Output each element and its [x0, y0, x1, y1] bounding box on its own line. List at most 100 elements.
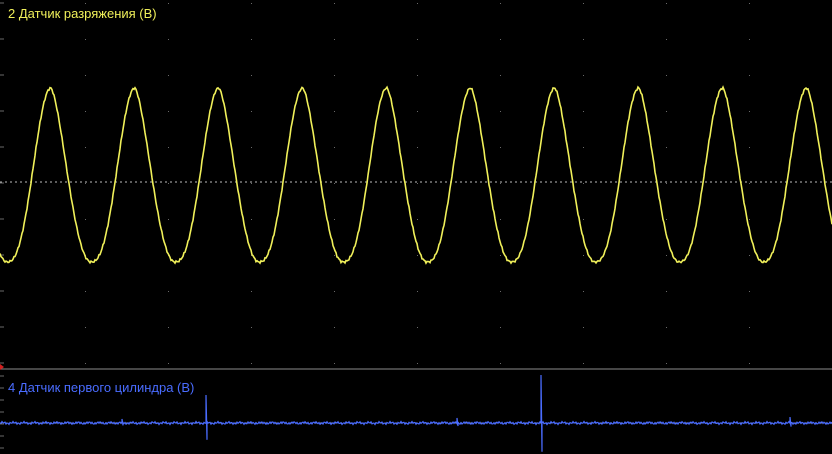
grid-dot [334, 39, 335, 40]
grid-dot [749, 39, 750, 40]
grid-dot [666, 183, 667, 184]
grid-dot [583, 147, 584, 148]
grid-dot [417, 75, 418, 76]
grid-dot [85, 147, 86, 148]
grid-dot [500, 147, 501, 148]
grid-dot [251, 39, 252, 40]
grid-dot [417, 255, 418, 256]
grid-dot [666, 111, 667, 112]
grid-dot [749, 75, 750, 76]
grid-dot [417, 3, 418, 4]
grid-dot [334, 3, 335, 4]
grid-dot [251, 147, 252, 148]
grid-dot [666, 219, 667, 220]
grid-dot [168, 327, 169, 328]
grid-dot [749, 147, 750, 148]
grid-dot [251, 219, 252, 220]
grid-dot [417, 147, 418, 148]
grid-dot [500, 3, 501, 4]
grid-dot [583, 111, 584, 112]
grid-dot [251, 363, 252, 364]
grid-dot [666, 327, 667, 328]
grid-dot [583, 291, 584, 292]
grid-dot [417, 219, 418, 220]
grid-dot [583, 3, 584, 4]
grid-dot [85, 183, 86, 184]
grid-dot [749, 255, 750, 256]
grid-dot [500, 255, 501, 256]
grid-dot [583, 183, 584, 184]
grid-dot [500, 363, 501, 364]
channel-2-trace [0, 85, 832, 265]
grid-dot [85, 219, 86, 220]
grid-dot [749, 327, 750, 328]
grid-dot [666, 39, 667, 40]
grid-dot [583, 363, 584, 364]
grid-dot [334, 291, 335, 292]
grid-dot [85, 39, 86, 40]
grid-dot [500, 75, 501, 76]
grid-dot [666, 3, 667, 4]
grid-dot [749, 219, 750, 220]
grid-dot [168, 291, 169, 292]
grid-dot [749, 111, 750, 112]
grid-dot [334, 147, 335, 148]
grid-dot [417, 327, 418, 328]
grid-dot [749, 183, 750, 184]
grid-dot [168, 183, 169, 184]
grid-dot [749, 363, 750, 364]
grid-dot [85, 111, 86, 112]
grid-dot [500, 327, 501, 328]
grid-dot [583, 219, 584, 220]
channel-2-label[interactable]: 2 Датчик разряжения (В) [8, 6, 157, 21]
grid-dot [666, 255, 667, 256]
grid-dot [666, 75, 667, 76]
grid-dot [417, 183, 418, 184]
grid-dot [417, 363, 418, 364]
grid-dot [749, 3, 750, 4]
grid-dot [583, 39, 584, 40]
grid-dot [85, 75, 86, 76]
grid-dot [251, 183, 252, 184]
grid-dot [334, 255, 335, 256]
grid-dot [168, 111, 169, 112]
grid-dot [417, 111, 418, 112]
grid-dot [85, 3, 86, 4]
grid-dot [168, 3, 169, 4]
grid-dot [251, 3, 252, 4]
grid-dot [334, 183, 335, 184]
grid-dot [251, 111, 252, 112]
grid-dot [583, 255, 584, 256]
grid-dot [334, 75, 335, 76]
grid-dot [168, 219, 169, 220]
grid-dot [85, 327, 86, 328]
grid-dot [583, 327, 584, 328]
grid-dot [168, 39, 169, 40]
channel-4-label[interactable]: 4 Датчик первого цилиндра (В) [8, 380, 194, 395]
grid-dot [417, 291, 418, 292]
grid-dot [168, 363, 169, 364]
grid-dot [666, 363, 667, 364]
grid-dot [168, 147, 169, 148]
grid-dot [168, 75, 169, 76]
grid-dot [500, 291, 501, 292]
grid-dot [85, 291, 86, 292]
grid-dot [583, 75, 584, 76]
grid-dot [334, 363, 335, 364]
grid-dot [334, 219, 335, 220]
grid-dot [500, 183, 501, 184]
grid-dot [251, 291, 252, 292]
grid-dot [749, 291, 750, 292]
grid-dot [251, 75, 252, 76]
channel-2-grid [0, 2, 832, 364]
grid-dot [334, 327, 335, 328]
grid-dot [417, 39, 418, 40]
grid-dot [334, 111, 335, 112]
grid-dot [251, 327, 252, 328]
grid-dot [500, 39, 501, 40]
grid-dot [85, 363, 86, 364]
grid-dot [500, 111, 501, 112]
grid-dot [666, 147, 667, 148]
grid-dot [500, 219, 501, 220]
grid-dot [666, 291, 667, 292]
